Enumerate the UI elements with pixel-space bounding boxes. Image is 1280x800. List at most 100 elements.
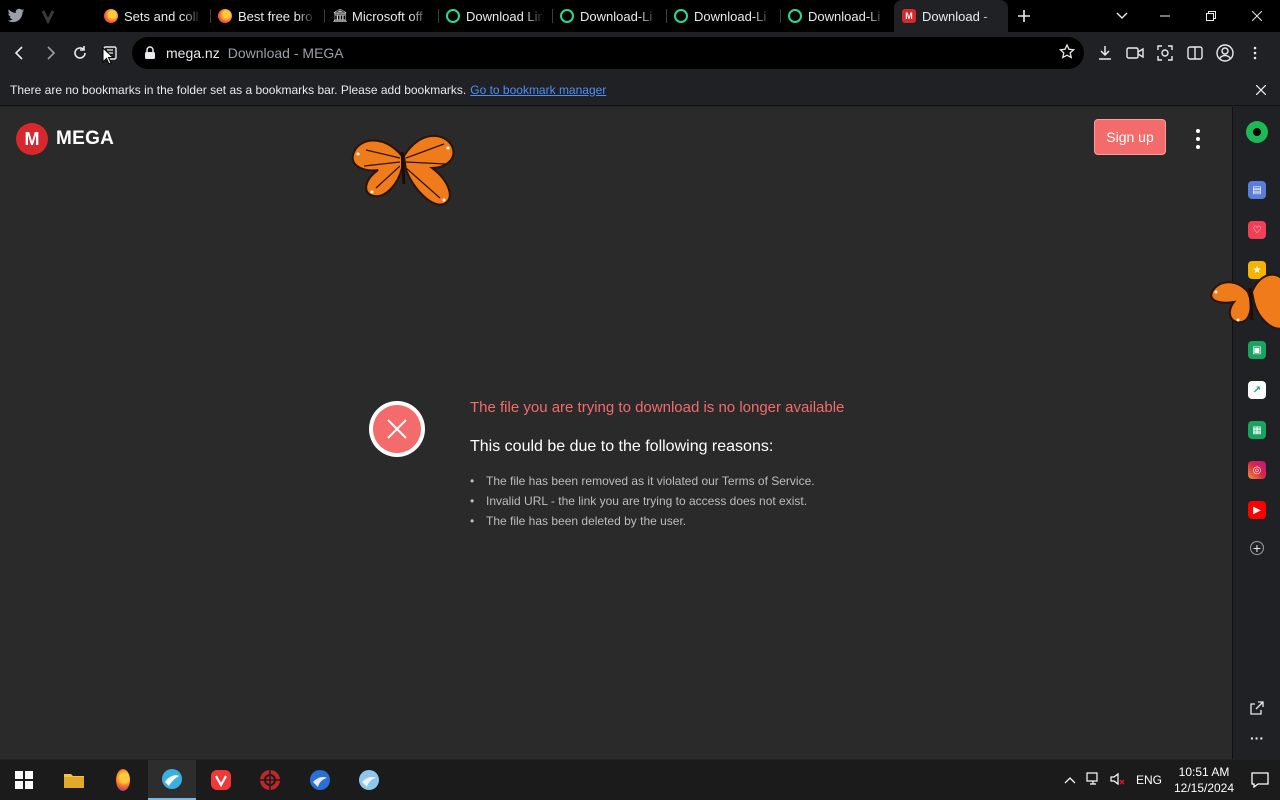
split-view-button[interactable] <box>1180 38 1210 68</box>
dot <box>1196 129 1200 133</box>
arrow-right-icon <box>47 46 56 60</box>
tab-7-active[interactable]: M Download - <box>894 0 1008 32</box>
mega-logo-word: MEGA <box>56 128 115 149</box>
input-language[interactable]: ENG <box>1130 773 1168 787</box>
video-button[interactable] <box>1120 38 1150 68</box>
app-icon <box>359 770 379 790</box>
address-bar[interactable]: mega.nz Download - MEGA <box>132 37 1084 69</box>
bookmarks-bar: There are no bookmarks in the folder set… <box>0 74 1280 106</box>
tab-title: Download-Li <box>580 8 653 24</box>
reload-icon <box>74 46 86 59</box>
screenshot-icon <box>1157 45 1173 61</box>
page-content: M MEGA Sign up The file you are trying t… <box>0 107 1232 759</box>
tab-6[interactable]: Download-Li <box>780 0 894 32</box>
windows-taskbar: ENG 10:51 AM 12/15/2024 <box>0 760 1280 800</box>
network-icon[interactable] <box>1082 771 1106 789</box>
ring-icon <box>788 9 802 23</box>
close-icon <box>1255 84 1267 96</box>
plus-icon <box>1018 10 1030 22</box>
close-icon <box>1252 11 1262 21</box>
instagram-icon[interactable]: ◎ <box>1248 461 1266 479</box>
ring-icon <box>446 9 460 23</box>
minimize-button[interactable] <box>1142 0 1188 32</box>
browser-menu-button[interactable] <box>1240 38 1270 68</box>
building-icon: 🏛 <box>332 8 349 23</box>
forward-button[interactable] <box>35 38 65 68</box>
bookmark-star-button[interactable] <box>1058 43 1076 64</box>
list-item: The file has been removed as it violated… <box>470 471 815 491</box>
bookmarks-empty-message: There are no bookmarks in the folder set… <box>10 82 467 97</box>
tab-search-button[interactable] <box>1110 0 1134 32</box>
bookmark-manager-link[interactable]: Go to bookmark manager <box>470 83 606 97</box>
start-button[interactable] <box>0 760 48 800</box>
taskbar-file-explorer[interactable] <box>50 760 98 800</box>
downloads-button[interactable] <box>1090 38 1120 68</box>
window-controls <box>1142 0 1280 32</box>
pinned-tab-twitter[interactable] <box>0 0 32 32</box>
tab-0[interactable]: Sets and coll <box>96 0 210 32</box>
pinned-app-icon <box>41 10 55 24</box>
firefox-icon <box>218 9 232 23</box>
vivaldi-icon <box>211 770 231 790</box>
open-external-icon[interactable] <box>1248 699 1266 717</box>
tab-1[interactable]: Best free bro <box>210 0 324 32</box>
taskbar-browser-active[interactable] <box>148 760 196 800</box>
list-item: Invalid URL - the link you are trying to… <box>470 491 815 511</box>
butterfly-icon <box>1210 273 1280 330</box>
pocket-icon[interactable]: ♡ <box>1248 221 1266 239</box>
tab-2[interactable]: 🏛 Microsoft off <box>324 0 438 32</box>
youtube-icon[interactable]: ▶ <box>1248 501 1266 519</box>
tab-title: Download-Li <box>808 8 881 24</box>
browser-icon <box>162 769 182 789</box>
close-window-button[interactable] <box>1234 0 1280 32</box>
tab-4[interactable]: Download-Li <box>552 0 666 32</box>
app-icon[interactable]: ▣ <box>1248 341 1266 359</box>
chevron-up-icon <box>1064 777 1076 784</box>
back-button[interactable] <box>5 38 35 68</box>
mega-logo-mark: M <box>16 123 48 155</box>
clock-date: 12/15/2024 <box>1173 781 1235 795</box>
screenshot-button[interactable] <box>1150 38 1180 68</box>
mega-logo[interactable]: M MEGA <box>16 123 114 155</box>
reload-button[interactable] <box>65 38 95 68</box>
new-tab-button[interactable] <box>1008 0 1040 32</box>
volume-muted-icon[interactable] <box>1106 772 1130 789</box>
external-link-icon <box>1250 701 1264 715</box>
restore-button[interactable] <box>1188 0 1234 32</box>
camera-icon <box>1126 47 1144 59</box>
notifications-button[interactable] <box>1240 772 1280 788</box>
taskbar-app-red[interactable] <box>246 760 294 800</box>
arrow-left-icon <box>14 46 23 60</box>
taskbar-firefox[interactable] <box>99 760 147 800</box>
minimize-icon <box>1160 15 1170 17</box>
star-plus-icon <box>1058 43 1076 59</box>
taskbar-app-bird[interactable] <box>296 760 344 800</box>
chevron-down-icon <box>1116 12 1128 19</box>
app-icon <box>260 770 280 790</box>
chat-app-icon[interactable]: ▦ <box>1248 421 1266 439</box>
clock[interactable]: 10:51 AM 12/15/2024 <box>1168 764 1240 796</box>
page-menu-button[interactable] <box>1190 129 1206 149</box>
spotify-icon[interactable] <box>1246 121 1268 143</box>
tab-title: Best free bro <box>238 8 313 24</box>
chart-app-icon[interactable]: ↗ <box>1248 381 1266 399</box>
sign-up-button[interactable]: Sign up <box>1094 119 1166 155</box>
messenger-icon[interactable]: ▤ <box>1248 181 1266 199</box>
close-bookmarks-bar-button[interactable] <box>1255 82 1267 98</box>
pinned-tab-2[interactable] <box>32 0 64 32</box>
folder-icon <box>64 774 84 788</box>
show-hidden-icons-button[interactable] <box>1058 773 1082 787</box>
profile-button[interactable] <box>1210 38 1240 68</box>
volume-muted-icon <box>1110 772 1125 785</box>
tab-3[interactable]: Download Lin <box>438 0 552 32</box>
x-icon <box>387 419 407 439</box>
tab-5[interactable]: Download-Li <box>666 0 780 32</box>
tab-title: Download Lin <box>466 8 544 24</box>
notification-icon <box>1251 772 1269 788</box>
taskbar-app-bird-2[interactable] <box>345 760 393 800</box>
more-horizontal-icon[interactable]: ··· <box>1248 729 1266 747</box>
mega-icon: M <box>902 9 916 23</box>
add-app-button[interactable]: + <box>1250 540 1264 556</box>
taskbar-vivaldi[interactable] <box>197 760 245 800</box>
firefox-icon <box>116 769 130 791</box>
